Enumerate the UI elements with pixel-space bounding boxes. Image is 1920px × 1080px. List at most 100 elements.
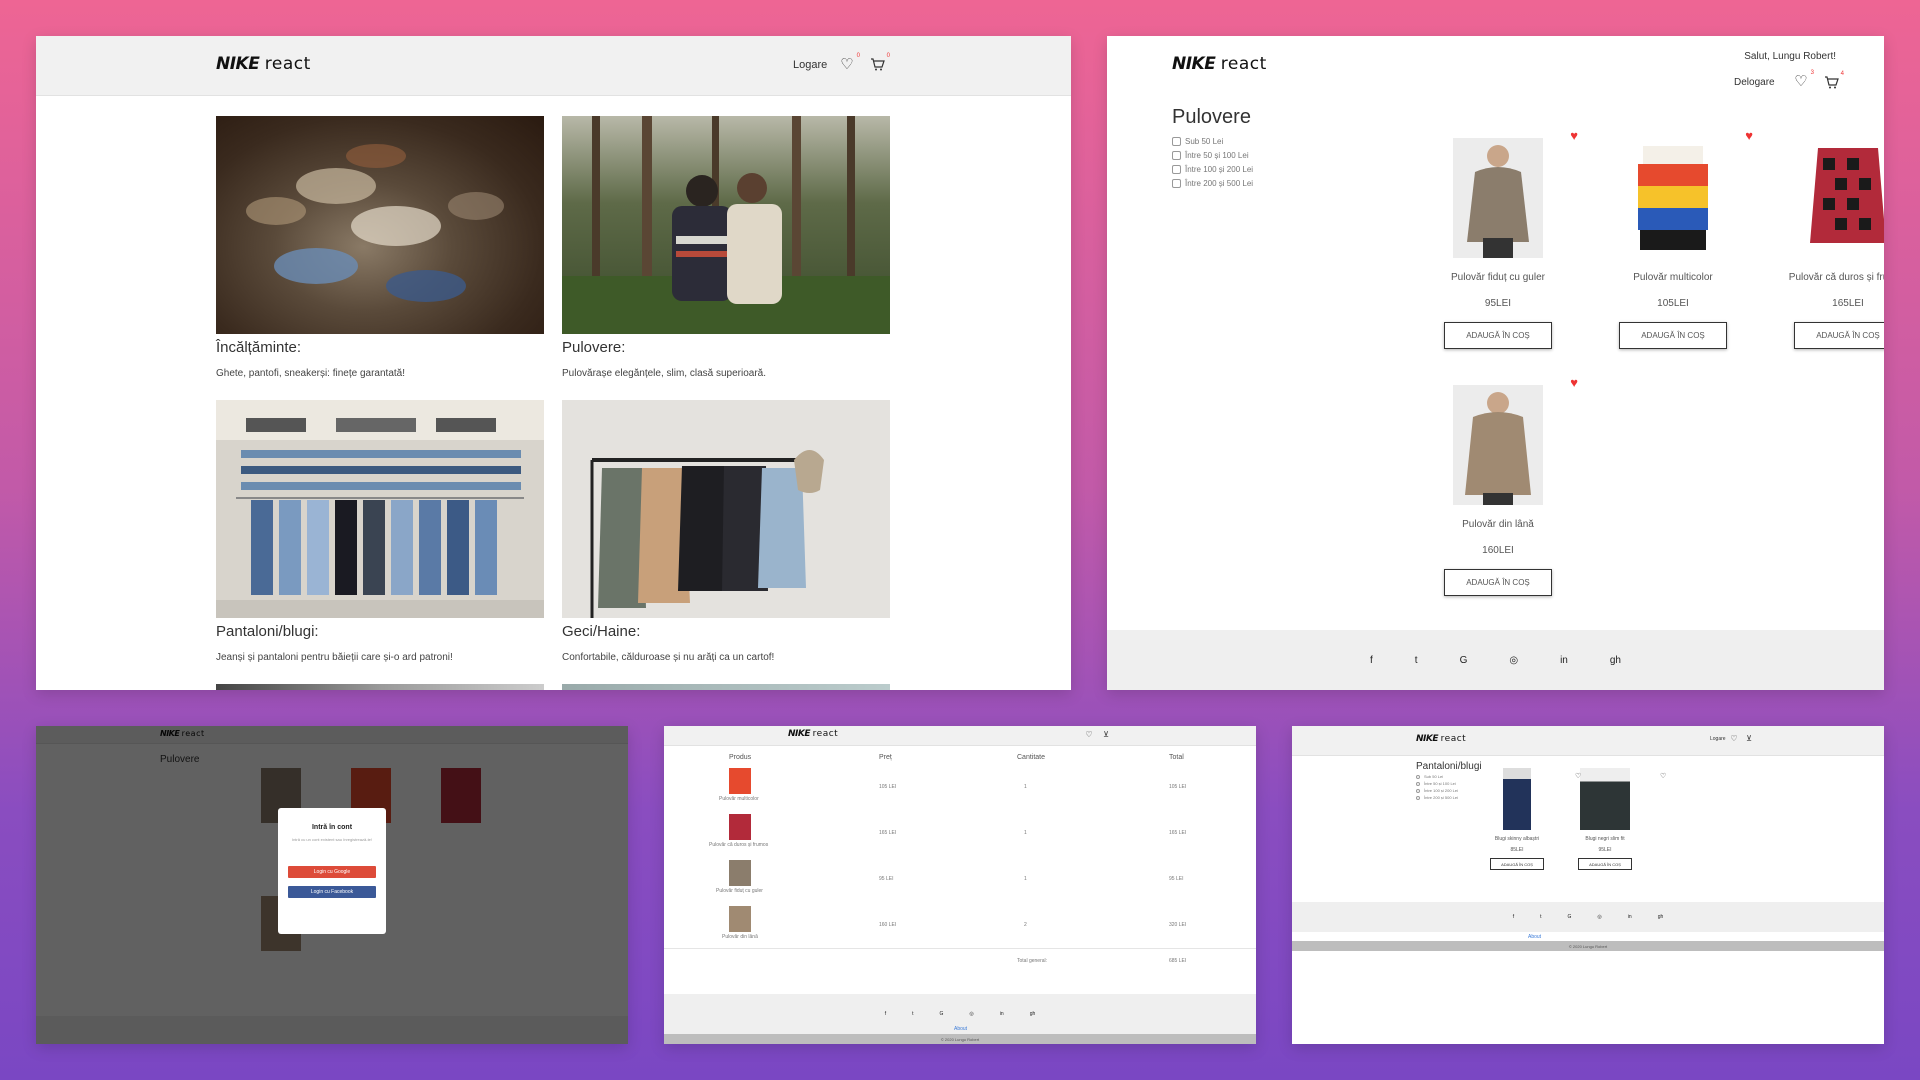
cart-icon[interactable]: ⊻ [1101,729,1111,739]
product-name: Pulovăr multicolor [719,796,759,802]
product-image[interactable] [1453,138,1543,258]
heart-icon[interactable]: ♡ [1084,729,1094,739]
product-thumb [729,860,751,886]
linkedin-icon[interactable]: in [1560,655,1568,666]
checkbox[interactable] [1416,795,1420,800]
heart-icon[interactable]: ♡ 3 [1792,70,1814,90]
cart-icon[interactable]: 0 [868,53,890,73]
logo[interactable]: NIKE react [1172,54,1267,74]
product-price: 160LEI [1482,545,1514,556]
instagram-icon[interactable]: ◎ [1597,914,1601,920]
filter-label: Sub 50 Lei [1424,774,1444,779]
product-card: ♡ Pulovăr că duros și frumos 165LEI ADAU… [1768,138,1884,349]
column-header: Cantitate [1017,754,1046,761]
checkbox[interactable] [1416,788,1420,793]
product-image[interactable] [1628,138,1718,258]
favorite-heart-icon[interactable]: ♥ [1570,128,1578,143]
login-link[interactable]: Logare [793,59,827,71]
add-to-cart-button[interactable]: ADAUGĂ ÎN COȘ [1444,569,1552,596]
category-image-peek [216,684,544,690]
category-card-shoes[interactable]: Încălțăminte: Ghete, pantofi, sneakerși:… [216,116,544,379]
price-filter[interactable]: Între 50 și 100 Lei [1416,781,1456,786]
product-image[interactable] [1453,385,1543,505]
quantity[interactable]: 1 [1024,784,1027,790]
add-to-cart-button[interactable]: ADAUGĂ ÎN COȘ [1794,322,1884,349]
header: NIKE react ♡ ⊻ [664,726,1256,746]
category-card-sweaters[interactable]: Pulovere: Pulovărașe elegănțele, slim, c… [562,116,890,379]
instagram-icon[interactable]: ◎ [1509,655,1518,666]
favorite-heart-icon[interactable]: ♥ [1745,128,1753,143]
logo[interactable]: NIKE react [788,729,838,739]
checkbox[interactable] [1172,151,1181,160]
facebook-login-button[interactable]: Login cu Facebook [288,886,376,898]
about-link[interactable]: About [1528,934,1541,940]
heart-icon[interactable]: ♡ 0 [838,53,860,73]
filter-label: Între 50 și 100 Lei [1185,151,1249,160]
add-to-cart-button[interactable]: ADAUGĂ ÎN COȘ [1578,858,1632,870]
twitter-icon[interactable]: t [912,1011,913,1017]
facebook-icon[interactable]: f [1370,655,1373,666]
twitter-icon[interactable]: t [1540,914,1541,920]
google-login-button[interactable]: Login cu Google [288,866,376,878]
header: NIKE react Salut, Lungu Robert! Delogare… [1107,36,1884,94]
cart-icon[interactable]: ⊻ [1744,733,1754,743]
checkbox[interactable] [1172,179,1181,188]
heart-outline-icon[interactable]: ♡ [1660,772,1666,780]
about-link[interactable]: About [954,1026,967,1032]
linkedin-icon[interactable]: in [1628,914,1632,920]
github-icon[interactable]: gh [1658,914,1664,920]
favorite-heart-icon[interactable]: ♥ [1570,375,1578,390]
price-filter[interactable]: Sub 50 Lei [1172,137,1223,146]
price-filter[interactable]: Între 200 și 500 Lei [1416,795,1458,800]
quantity[interactable]: 1 [1024,830,1027,836]
price-filter[interactable]: Sub 50 Lei [1416,774,1443,779]
product-price: 105LEI [1657,298,1689,309]
checkbox[interactable] [1172,165,1181,174]
product-image[interactable] [1503,768,1531,830]
logout-link[interactable]: Delogare [1734,77,1775,88]
price-filter[interactable]: Între 100 și 200 Lei [1416,788,1458,793]
category-image-peek [562,684,890,690]
cart-icon[interactable]: 4 [1822,71,1844,91]
category-card-jeans[interactable]: Pantaloni/blugi: Jeanși și pantaloni pen… [216,400,544,663]
product-name: Pulovăr din lână [1462,519,1534,530]
heart-icon[interactable]: ♡ [1729,733,1739,743]
column-header: Preț [879,754,892,761]
google-icon[interactable]: G [940,1011,944,1017]
price: 95 LEI [879,876,894,882]
price-filter[interactable]: Între 200 și 500 Lei [1172,179,1253,188]
add-to-cart-button[interactable]: ADAUGĂ ÎN COȘ [1619,322,1727,349]
facebook-icon[interactable]: f [885,1011,886,1017]
checkbox[interactable] [1416,781,1420,786]
add-to-cart-button[interactable]: ADAUGĂ ÎN COȘ [1490,858,1544,870]
checkbox[interactable] [1416,774,1420,779]
price-filter[interactable]: Între 100 și 200 Lei [1172,165,1253,174]
google-icon[interactable]: G [1568,914,1572,920]
price: 105 LEI [879,784,897,790]
product-image[interactable] [1580,768,1630,830]
checkbox[interactable] [1172,137,1181,146]
linkedin-icon[interactable]: in [1000,1011,1004,1017]
product-card: Blugi skinny albaștri 85LEI ADAUGĂ ÎN CO… [1472,768,1562,870]
greeting-text: Salut, Lungu Robert! [1744,51,1836,62]
logo[interactable]: NIKE react [1416,734,1466,744]
facebook-icon[interactable]: f [1513,914,1514,920]
github-icon[interactable]: gh [1030,1011,1036,1017]
twitter-icon[interactable]: t [1415,655,1418,666]
login-link[interactable]: Logare [1710,736,1726,742]
category-card-coats[interactable]: Geci/Haine: Confortabile, călduroase și … [562,400,890,663]
google-icon[interactable]: G [1460,655,1468,666]
modal-title: Intră în cont [311,824,353,831]
quantity[interactable]: 2 [1024,922,1027,928]
heart-outline-icon[interactable]: ♡ [1575,772,1581,780]
category-desc: Pulovărașe elegănțele, slim, clasă super… [562,368,766,379]
instagram-icon[interactable]: ◎ [969,1011,973,1017]
product-image[interactable] [1803,138,1884,258]
total: 165 LEI [1169,830,1187,836]
product-name: Pulovăr fiduț cu guler [1451,272,1545,283]
logo[interactable]: NIKE react [216,54,311,74]
add-to-cart-button[interactable]: ADAUGĂ ÎN COȘ [1444,322,1552,349]
quantity[interactable]: 1 [1024,876,1027,882]
price-filter[interactable]: Între 50 și 100 Lei [1172,151,1249,160]
github-icon[interactable]: gh [1610,655,1621,666]
